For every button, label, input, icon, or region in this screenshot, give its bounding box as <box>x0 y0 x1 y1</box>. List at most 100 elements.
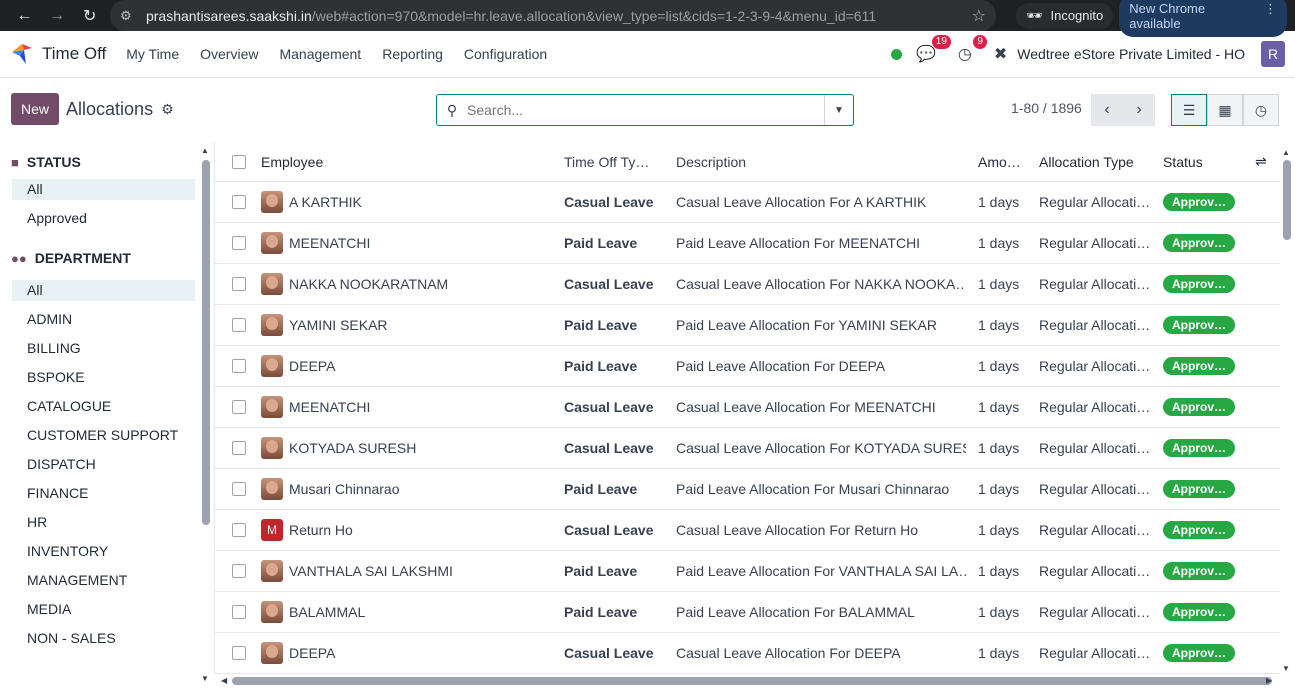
table-row[interactable]: NAKKA NOOKARATNAM Casual Leave Casual Leav… <box>215 264 1280 305</box>
table-row[interactable]: YAMINI SEKAR Paid Leave Paid Leave Allocat… <box>215 305 1280 346</box>
table-row[interactable]: M Return Ho Casual Leave Casual Leave Alloc… <box>215 510 1280 551</box>
row-checkbox[interactable] <box>232 428 246 468</box>
app-name[interactable]: Time Off <box>42 44 106 64</box>
table-row[interactable]: Musari Chinnarao Paid Leave Paid Leave All… <box>215 469 1280 510</box>
search-input[interactable] <box>467 102 824 118</box>
sidebar-scrollbar[interactable] <box>202 160 210 525</box>
row-checkbox[interactable] <box>232 346 246 386</box>
department-filter-item[interactable]: NON - SALES <box>12 628 195 649</box>
row-checkbox[interactable] <box>232 264 246 304</box>
employee-cell[interactable]: M Return Ho <box>261 510 551 550</box>
row-checkbox[interactable] <box>232 592 246 632</box>
row-checkbox[interactable] <box>232 305 246 345</box>
menu-management[interactable]: Management <box>279 46 361 62</box>
department-filter-item[interactable]: DISPATCH <box>12 454 195 475</box>
list-scrollbar[interactable] <box>1283 160 1291 240</box>
scroll-up-arrow-icon[interactable]: ▲ <box>201 146 209 155</box>
forward-icon[interactable]: → <box>41 7 74 25</box>
address-bar[interactable]: ⚙ prashantisarees.saakshi.in/web#action=… <box>109 0 996 31</box>
column-amount[interactable]: Amo… <box>978 142 1028 181</box>
menu-configuration[interactable]: Configuration <box>464 46 547 62</box>
employee-cell[interactable]: DEEPA <box>261 346 551 386</box>
incognito-indicator[interactable]: 🕶 Incognito <box>1015 2 1114 29</box>
department-filter-item[interactable]: ADMIN <box>12 309 195 330</box>
company-switcher[interactable]: Wedtree eStore Private Limited - HO <box>1017 46 1245 62</box>
row-checkbox[interactable] <box>232 633 246 673</box>
allocation-type-cell: Regular Allocati… <box>1039 522 1151 538</box>
department-filter-item[interactable]: MANAGEMENT <box>12 570 195 591</box>
table-row[interactable]: A KARTHIK Casual Leave Casual Leave Alloca… <box>215 182 1280 223</box>
table-row[interactable]: MEENATCHI Paid Leave Paid Leave Allocation… <box>215 223 1280 264</box>
select-all-checkbox[interactable] <box>232 142 246 181</box>
table-row[interactable]: BALAMMAL Paid Leave Paid Leave Allocation … <box>215 592 1280 633</box>
table-row[interactable]: MEENATCHI Casual Leave Casual Leave Alloca… <box>215 387 1280 428</box>
optional-columns-icon[interactable]: ⇌ <box>1255 142 1275 181</box>
activities-icon[interactable]: ◷ 9 <box>958 35 987 64</box>
row-checkbox[interactable] <box>232 223 246 263</box>
department-filter-item[interactable]: All <box>12 280 195 301</box>
row-checkbox[interactable] <box>232 387 246 427</box>
column-time-off-type[interactable]: Time Off Ty… <box>564 142 664 181</box>
kanban-view-button[interactable]: ▦ <box>1207 94 1243 126</box>
row-checkbox[interactable] <box>232 469 246 509</box>
list-view-button[interactable]: ☰ <box>1171 94 1207 126</box>
table-row[interactable]: DEEPA Paid Leave Paid Leave Allocation For… <box>215 346 1280 387</box>
url-text[interactable]: prashantisarees.saakshi.in/web#action=97… <box>140 8 972 24</box>
employee-cell[interactable]: YAMINI SEKAR <box>261 305 551 345</box>
user-avatar[interactable]: R <box>1261 41 1285 67</box>
scroll-right-icon[interactable]: ▶ <box>1266 676 1272 685</box>
status-filter-approved[interactable]: Approved <box>12 208 195 229</box>
menu-reporting[interactable]: Reporting <box>382 46 443 62</box>
menu-overview[interactable]: Overview <box>200 46 258 62</box>
row-checkbox[interactable] <box>232 510 246 550</box>
department-filter-item[interactable]: BILLING <box>12 338 195 359</box>
department-filter-item[interactable]: CUSTOMER SUPPORT <box>12 425 195 446</box>
site-settings-icon[interactable]: ⚙ <box>120 8 140 24</box>
employee-cell[interactable]: Musari Chinnarao <box>261 469 551 509</box>
employee-cell[interactable]: MEENATCHI <box>261 223 551 263</box>
search-options-dropdown[interactable]: ▼ <box>824 95 853 125</box>
status-filter-all[interactable]: All <box>12 179 195 200</box>
horizontal-scrollbar[interactable] <box>232 677 1272 685</box>
bookmark-star-icon[interactable]: ☆ <box>972 6 986 26</box>
list-scroll-up-icon[interactable]: ▲ <box>1282 148 1290 157</box>
list-scroll-down-icon[interactable]: ▼ <box>1282 664 1290 673</box>
gear-icon[interactable]: ⚙ <box>161 101 174 118</box>
department-filter-item[interactable]: CATALOGUE <box>12 396 195 417</box>
department-filter-item[interactable]: MEDIA <box>12 599 195 620</box>
table-row[interactable]: DEEPA Casual Leave Casual Leave Allocation… <box>215 633 1280 674</box>
department-filter-item[interactable]: HR <box>12 512 195 533</box>
scroll-left-icon[interactable]: ◀ <box>221 676 227 685</box>
row-checkbox[interactable] <box>232 182 246 222</box>
employee-cell[interactable]: BALAMMAL <box>261 592 551 632</box>
table-row[interactable]: VANTHALA SAI LAKSHMI Paid Leave Paid Leave… <box>215 551 1280 592</box>
pager-previous-button[interactable]: ‹ <box>1091 94 1123 126</box>
row-checkbox[interactable] <box>232 551 246 591</box>
update-chrome-button[interactable]: New Chrome available ⋮ <box>1119 0 1287 37</box>
time-off-app-icon[interactable] <box>10 42 34 66</box>
column-description[interactable]: Description <box>676 142 966 181</box>
table-row[interactable]: KOTYADA SURESH Casual Leave Casual Leave A… <box>215 428 1280 469</box>
scroll-down-arrow-icon[interactable]: ▼ <box>201 674 209 683</box>
column-employee[interactable]: Employee <box>261 142 551 181</box>
messages-icon[interactable]: 💬 19 <box>916 35 951 64</box>
menu-my-time[interactable]: My Time <box>126 46 179 62</box>
pager-next-button[interactable]: › <box>1123 94 1155 126</box>
employee-cell[interactable]: MEENATCHI <box>261 387 551 427</box>
department-filter-item[interactable]: INVENTORY <box>12 541 195 562</box>
employee-cell[interactable]: NAKKA NOOKARATNAM <box>261 264 551 304</box>
back-icon[interactable]: ← <box>8 7 41 25</box>
column-status[interactable]: Status <box>1163 142 1243 181</box>
debug-tools-icon[interactable]: ✖ <box>994 44 1007 64</box>
department-filter-item[interactable]: FINANCE <box>12 483 195 504</box>
employee-cell[interactable]: A KARTHIK <box>261 182 551 222</box>
activity-view-button[interactable]: ◷ <box>1243 94 1279 126</box>
new-button[interactable]: New <box>11 93 60 125</box>
employee-cell[interactable]: DEEPA <box>261 633 551 673</box>
department-filter-item[interactable]: BSPOKE <box>12 367 195 388</box>
reload-icon[interactable]: ↻ <box>73 6 106 26</box>
pager-value[interactable]: 1-80 / 1896 <box>1011 100 1082 116</box>
column-allocation-type[interactable]: Allocation Type <box>1039 142 1151 181</box>
employee-cell[interactable]: VANTHALA SAI LAKSHMI <box>261 551 551 591</box>
employee-cell[interactable]: KOTYADA SURESH <box>261 428 551 468</box>
